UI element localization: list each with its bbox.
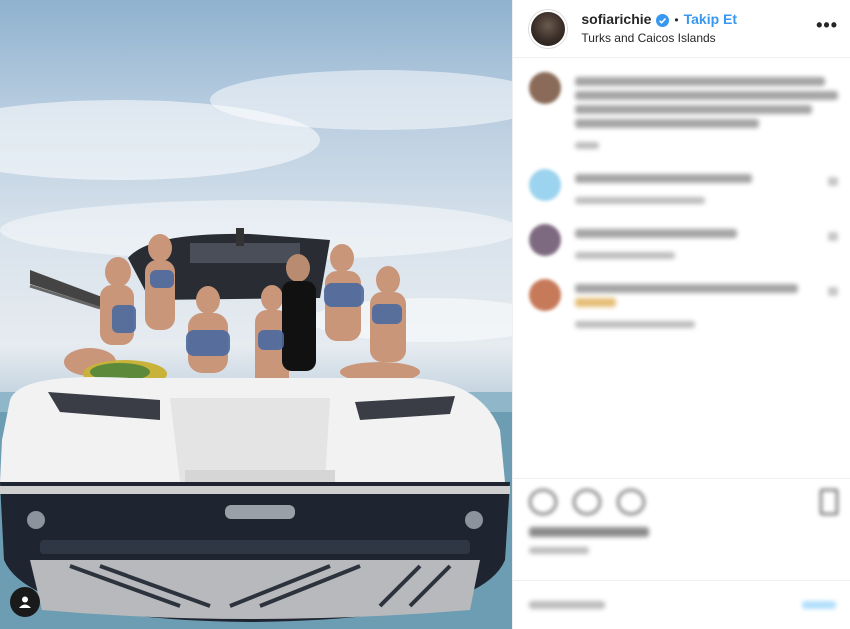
location-link[interactable]: Turks and Caicos Islands: [581, 31, 816, 46]
boat-scene-image: [0, 70, 513, 629]
like-comment-icon[interactable]: [828, 232, 838, 241]
verified-badge-icon: [656, 13, 670, 27]
instagram-post-modal: sofiarichie • Takip Et Turks and Caicos …: [0, 0, 850, 629]
list-item: [529, 279, 838, 328]
comments-list: [513, 58, 850, 328]
post-comment-button[interactable]: [802, 601, 836, 609]
heart-icon[interactable]: [529, 489, 558, 515]
post-timestamp: [529, 547, 590, 554]
separator-dot: •: [674, 12, 679, 27]
like-comment-icon[interactable]: [828, 287, 838, 296]
comment-icon[interactable]: [573, 489, 602, 515]
bookmark-icon[interactable]: [820, 489, 838, 515]
post-header: sofiarichie • Takip Et Turks and Caicos …: [513, 0, 850, 58]
avatar[interactable]: [529, 72, 562, 104]
post-photo[interactable]: [0, 0, 513, 629]
user-tag-icon[interactable]: [10, 587, 40, 617]
avatar[interactable]: [529, 279, 562, 311]
avatar[interactable]: [529, 224, 562, 256]
list-item: [529, 169, 838, 204]
comment-input[interactable]: [529, 601, 606, 609]
list-item: [529, 224, 838, 259]
like-comment-icon[interactable]: [828, 177, 838, 186]
share-icon[interactable]: [617, 489, 646, 515]
more-options-icon[interactable]: •••: [816, 15, 838, 36]
likes-count[interactable]: [529, 527, 650, 537]
post-sidebar: sofiarichie • Takip Et Turks and Caicos …: [512, 0, 850, 629]
caption-comment: [529, 72, 838, 149]
avatar[interactable]: [529, 169, 562, 201]
add-comment-bar: [513, 580, 850, 629]
follow-button[interactable]: Takip Et: [684, 11, 737, 29]
avatar[interactable]: [529, 9, 568, 48]
username-link[interactable]: sofiarichie: [581, 11, 651, 29]
post-actions: [513, 478, 850, 554]
